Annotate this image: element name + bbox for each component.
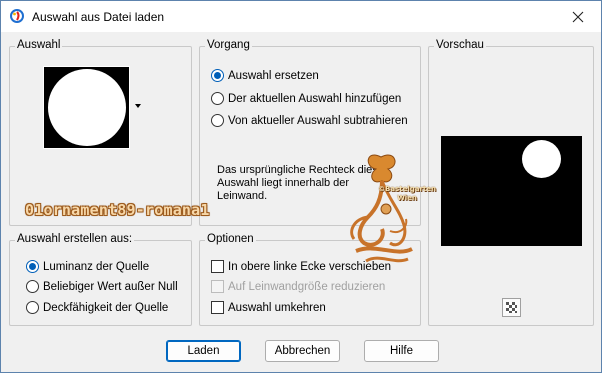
checkbox-label: Auswahl umkehren bbox=[228, 301, 326, 314]
radio-luminanz[interactable]: Luminanz der Quelle bbox=[26, 260, 149, 273]
zoom-button[interactable] bbox=[502, 298, 521, 317]
ornament-stamp: ©Bastelgarten Wien bbox=[378, 185, 436, 203]
laden-button[interactable]: Laden bbox=[166, 340, 241, 362]
radio-indicator[interactable] bbox=[211, 92, 224, 105]
selection-thumbnail[interactable] bbox=[43, 66, 130, 149]
checkerboard-icon bbox=[506, 302, 517, 313]
selection-circle bbox=[48, 69, 126, 146]
radio-beliebiger-wert[interactable]: Beliebiger Wert außer Null bbox=[26, 280, 178, 293]
auswahl-group: Auswahl bbox=[9, 39, 192, 226]
radio-auswahl-ersetzen[interactable]: Auswahl ersetzen bbox=[211, 69, 319, 82]
auswahl-legend: Auswahl bbox=[15, 39, 63, 51]
vorgang-legend: Vorgang bbox=[205, 39, 252, 51]
checkbox-auswahl-umkehren[interactable]: Auswahl umkehren bbox=[211, 301, 326, 314]
preview-circle bbox=[522, 140, 561, 178]
window-title: Auswahl aus Datei laden bbox=[32, 10, 165, 24]
close-button[interactable] bbox=[555, 1, 601, 32]
radio-indicator[interactable] bbox=[211, 69, 224, 82]
radio-indicator[interactable] bbox=[26, 301, 39, 314]
radio-label: Der aktuellen Auswahl hinzufügen bbox=[228, 92, 402, 105]
checkbox-leinwandgroesse: Auf Leinwandgröße reduzieren bbox=[211, 280, 385, 293]
radio-label: Von aktueller Auswahl subtrahieren bbox=[228, 114, 408, 127]
hilfe-button[interactable]: Hilfe bbox=[364, 340, 439, 362]
radio-hinzufuegen[interactable]: Der aktuellen Auswahl hinzufügen bbox=[211, 92, 401, 105]
checkbox-indicator bbox=[211, 280, 224, 293]
dialog-window: Auswahl aus Datei laden Auswahl Vorgang … bbox=[0, 0, 602, 373]
radio-label: Deckfähigkeit der Quelle bbox=[43, 301, 169, 314]
optionen-legend: Optionen bbox=[205, 233, 256, 245]
paintshop-icon bbox=[10, 9, 24, 23]
erstellen-group: Auswahl erstellen aus: Luminanz der Quel… bbox=[9, 233, 192, 326]
vorschau-legend: Vorschau bbox=[434, 39, 486, 51]
vorschau-group: Vorschau bbox=[428, 39, 594, 326]
radio-indicator[interactable] bbox=[211, 114, 224, 127]
checkbox-label: Auf Leinwandgröße reduzieren bbox=[228, 280, 386, 293]
title-bar: Auswahl aus Datei laden bbox=[1, 1, 601, 32]
watermark-text: 01ornament89-romana1 bbox=[25, 201, 210, 219]
ornament-watermark-graphic bbox=[350, 154, 413, 263]
abbrechen-button[interactable]: Abbrechen bbox=[265, 340, 340, 362]
radio-label: Beliebiger Wert außer Null bbox=[43, 280, 178, 293]
checkbox-indicator[interactable] bbox=[211, 260, 224, 273]
radio-label: Luminanz der Quelle bbox=[43, 260, 150, 273]
erstellen-legend: Auswahl erstellen aus: bbox=[15, 233, 135, 245]
close-icon bbox=[572, 11, 584, 22]
radio-label: Auswahl ersetzen bbox=[228, 69, 319, 82]
checkbox-indicator[interactable] bbox=[211, 301, 224, 314]
stamp-line: Wien bbox=[397, 194, 417, 202]
radio-indicator[interactable] bbox=[26, 260, 39, 273]
radio-subtrahieren[interactable]: Von aktueller Auswahl subtrahieren bbox=[211, 114, 408, 127]
chevron-down-icon[interactable] bbox=[135, 104, 141, 108]
radio-deckfaehigkeit[interactable]: Deckfähigkeit der Quelle bbox=[26, 301, 168, 314]
radio-indicator[interactable] bbox=[26, 280, 39, 293]
preview-canvas bbox=[441, 136, 582, 246]
stamp-line: ©Bastelgarten bbox=[378, 185, 436, 193]
